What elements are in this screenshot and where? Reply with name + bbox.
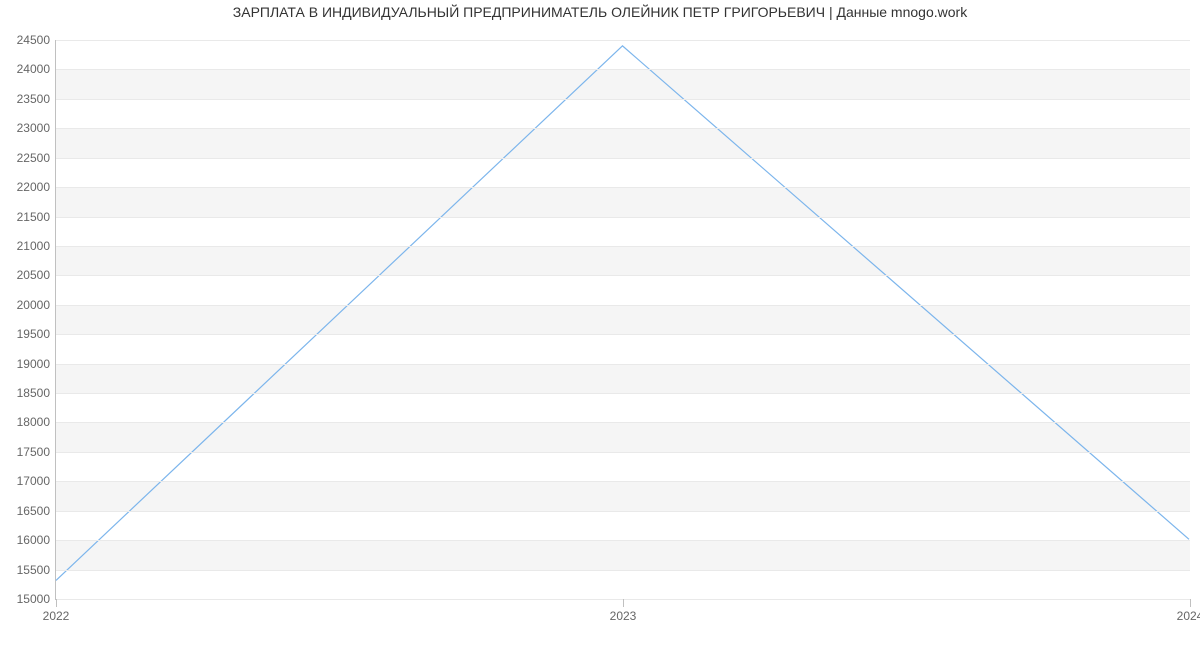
y-tick-label: 18500 [17, 386, 56, 400]
y-gridline [56, 364, 1190, 365]
y-gridline [56, 69, 1190, 70]
x-tick [623, 599, 624, 607]
y-tick-label: 21000 [17, 239, 56, 253]
y-gridline [56, 246, 1190, 247]
y-tick-label: 15500 [17, 563, 56, 577]
series-line [56, 46, 1189, 581]
y-gridline [56, 570, 1190, 571]
y-tick-label: 15000 [17, 592, 56, 606]
y-tick-label: 16000 [17, 533, 56, 547]
y-gridline [56, 422, 1190, 423]
x-tick-label: 2023 [610, 609, 637, 623]
y-tick-label: 24500 [17, 33, 56, 47]
y-tick-label: 22000 [17, 180, 56, 194]
y-tick-label: 20500 [17, 268, 56, 282]
y-gridline [56, 128, 1190, 129]
y-gridline [56, 305, 1190, 306]
y-tick-label: 19500 [17, 327, 56, 341]
y-tick-label: 23000 [17, 121, 56, 135]
y-gridline [56, 40, 1190, 41]
y-gridline [56, 540, 1190, 541]
y-gridline [56, 217, 1190, 218]
chart-container: ЗАРПЛАТА В ИНДИВИДУАЛЬНЫЙ ПРЕДПРИНИМАТЕЛ… [0, 0, 1200, 650]
x-tick [1190, 599, 1191, 607]
y-tick-label: 22500 [17, 151, 56, 165]
y-gridline [56, 452, 1190, 453]
x-tick-label: 2024 [1177, 609, 1200, 623]
y-tick-label: 16500 [17, 504, 56, 518]
line-series-layer [56, 40, 1190, 599]
y-tick-label: 17000 [17, 474, 56, 488]
y-gridline [56, 187, 1190, 188]
y-tick-label: 18000 [17, 415, 56, 429]
y-tick-label: 17500 [17, 445, 56, 459]
y-gridline [56, 481, 1190, 482]
y-gridline [56, 99, 1190, 100]
y-gridline [56, 511, 1190, 512]
y-tick-label: 19000 [17, 357, 56, 371]
y-tick-label: 21500 [17, 210, 56, 224]
y-tick-label: 24000 [17, 62, 56, 76]
x-tick-label: 2022 [43, 609, 70, 623]
y-tick-label: 23500 [17, 92, 56, 106]
y-gridline [56, 275, 1190, 276]
y-gridline [56, 334, 1190, 335]
y-tick-label: 20000 [17, 298, 56, 312]
chart-title: ЗАРПЛАТА В ИНДИВИДУАЛЬНЫЙ ПРЕДПРИНИМАТЕЛ… [0, 4, 1200, 20]
plot-area: 1500015500160001650017000175001800018500… [55, 40, 1190, 600]
y-gridline [56, 393, 1190, 394]
y-gridline [56, 158, 1190, 159]
x-tick [56, 599, 57, 607]
